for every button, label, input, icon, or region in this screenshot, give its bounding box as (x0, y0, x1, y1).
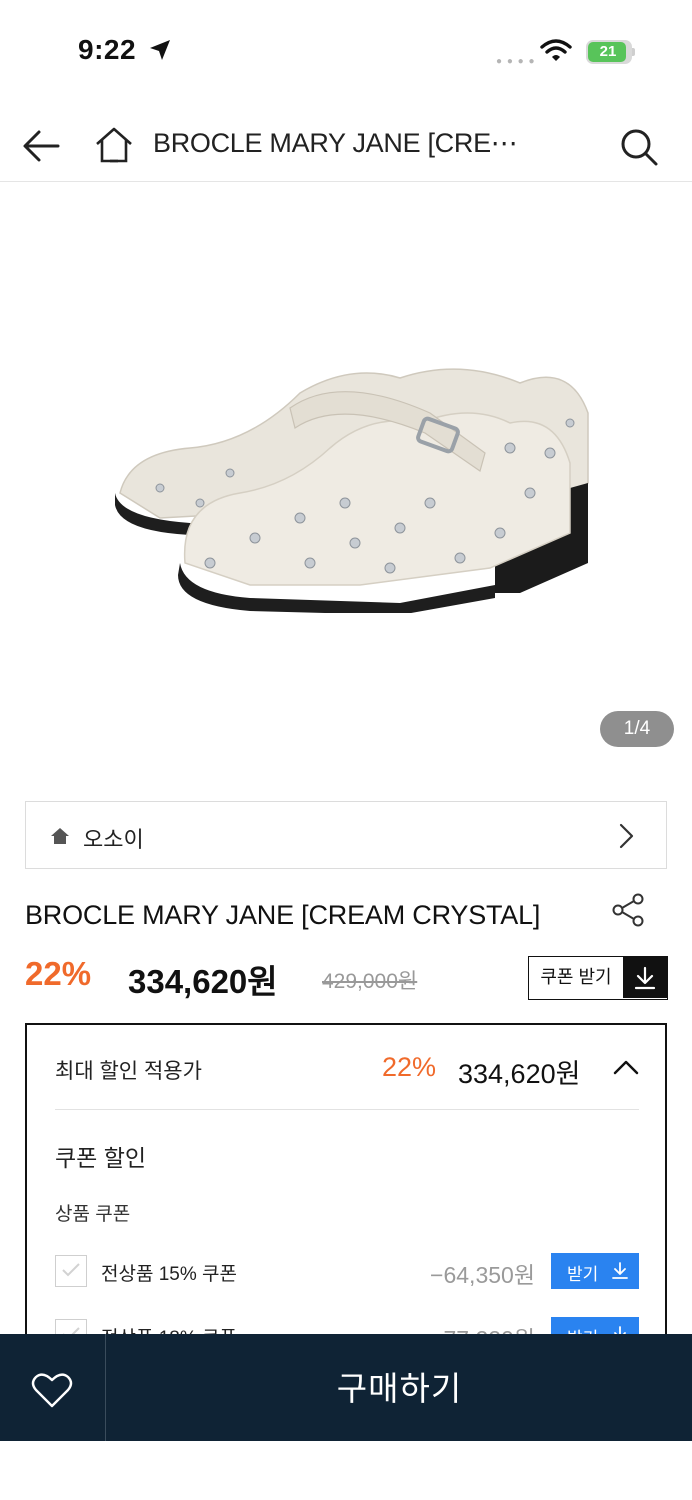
get-coupon-button[interactable]: 받기 (551, 1253, 639, 1289)
battery-indicator: 21 (586, 40, 632, 64)
download-coupon-button[interactable]: 쿠폰 받기 (528, 956, 668, 1000)
download-icon (612, 1262, 628, 1279)
coupon-checkbox[interactable] (55, 1255, 87, 1287)
coupon-item-label: 전상품 15% 쿠폰 (101, 1264, 237, 1285)
brand-row[interactable]: 오소이 (25, 801, 667, 869)
original-price: 429,000원 (322, 970, 418, 993)
location-arrow-icon (148, 38, 172, 67)
heart-icon (31, 1373, 73, 1408)
nav-bar: BROCLE MARY JANE [CRE⋯ (0, 108, 692, 182)
download-icon (623, 957, 667, 998)
get-coupon-label: 받기 (567, 1265, 599, 1284)
wifi-icon (540, 38, 572, 67)
max-discount-rate: 22% (382, 1052, 437, 1082)
back-arrow-icon[interactable] (22, 128, 60, 169)
sale-price: 334,620원 (128, 963, 278, 1000)
home-icon[interactable] (94, 126, 134, 169)
brand-name: 오소이 (83, 827, 144, 852)
coupon-item-amount: −64,350원 (430, 1262, 535, 1288)
max-discount-label: 최대 할인 적용가 (55, 1060, 202, 1083)
battery-tip (632, 48, 635, 56)
chevron-up-icon[interactable] (613, 1059, 639, 1080)
chevron-right-icon (616, 822, 636, 855)
max-discount-price: 334,620원 (458, 1059, 581, 1089)
discount-rate: 22% (25, 955, 92, 992)
buy-button[interactable]: 구매하기 (107, 1334, 692, 1441)
buy-button-label: 구매하기 (336, 1370, 463, 1407)
coupon-item: 전상품 15% 쿠폰 −64,350원 받기 (55, 1253, 639, 1289)
coupon-button-label: 쿠폰 받기 (540, 967, 612, 987)
brand-home-icon (50, 826, 70, 851)
product-image-gallery[interactable] (0, 183, 692, 773)
bottom-action-bar: 구매하기 (0, 1334, 692, 1441)
shoe-image (115, 368, 589, 613)
wishlist-button[interactable] (0, 1334, 106, 1441)
battery-level: 21 (599, 43, 617, 60)
cellular-signal-icon: ● ● ● ● (496, 56, 536, 67)
product-coupon-subtitle: 상품 쿠폰 (55, 1204, 131, 1225)
status-bar: 9:22 ● ● ● ● 21 (0, 0, 692, 100)
status-time: 9:22 (78, 34, 137, 65)
gallery-page-indicator: 1/4 (600, 711, 674, 747)
search-icon[interactable] (618, 126, 660, 173)
product-title: BROCLE MARY JANE [CREAM CRYSTAL] (25, 900, 541, 930)
nav-title: BROCLE MARY JANE [CRE⋯ (153, 128, 518, 158)
coupon-discount-title: 쿠폰 할인 (55, 1145, 147, 1171)
divider (55, 1109, 639, 1110)
share-icon[interactable] (610, 892, 646, 933)
